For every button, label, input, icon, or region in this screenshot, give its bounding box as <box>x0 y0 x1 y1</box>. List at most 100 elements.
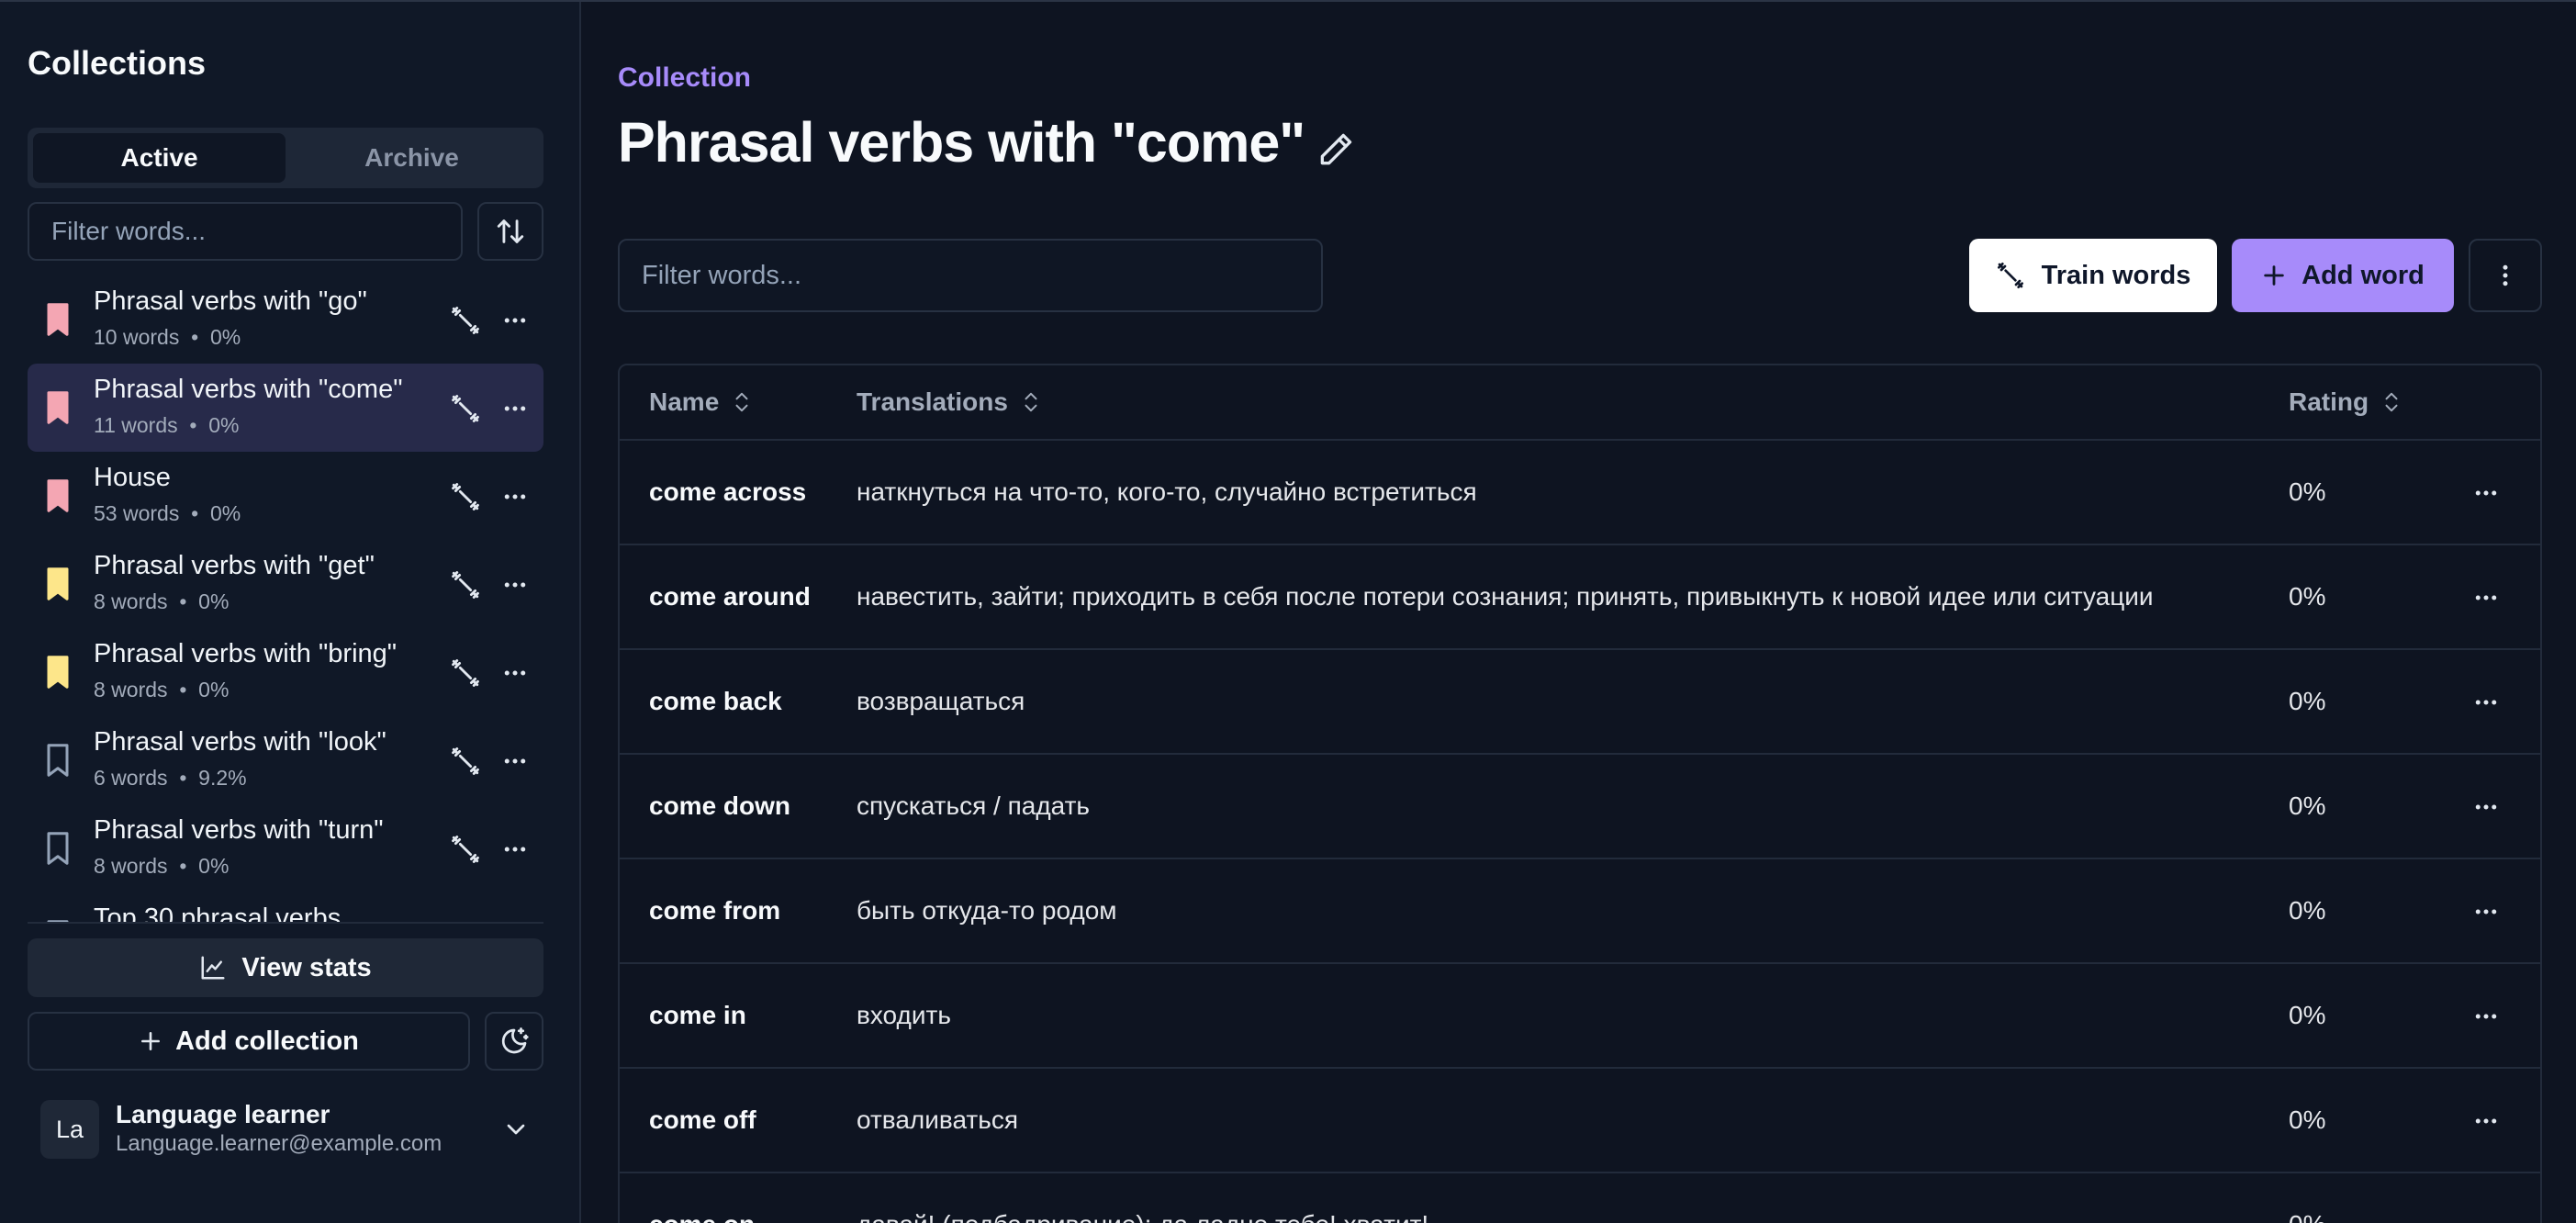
collection-item[interactable]: Phrasal verbs with "get" 8 words • 0% <box>28 540 543 628</box>
collection-name: Phrasal verbs with "come" <box>94 375 403 404</box>
more-horizontal-icon <box>504 758 526 764</box>
collection-word-count: 11 words <box>94 413 178 437</box>
collection-word-count: 53 words <box>94 501 180 525</box>
collection-more-button[interactable] <box>499 657 531 689</box>
word-name: come off <box>649 1105 756 1134</box>
word-name: come on <box>649 1210 755 1223</box>
meta-separator-dot: • <box>177 413 209 437</box>
collection-progress: 9.2% <box>198 766 247 790</box>
column-label: Name <box>649 387 720 416</box>
meta-separator-dot: • <box>179 325 210 349</box>
add-word-button[interactable]: Add word <box>2232 239 2454 312</box>
add-word-label: Add word <box>2302 260 2425 290</box>
table-row[interactable]: come from быть откуда-то родом 0% <box>620 859 2540 964</box>
collection-item[interactable]: Phrasal verbs with "bring" 8 words • 0% <box>28 628 543 716</box>
row-more-button[interactable] <box>2470 582 2502 613</box>
meta-separator-dot: • <box>167 766 199 790</box>
table-row[interactable]: come down спускаться / падать 0% <box>620 755 2540 859</box>
bookmark-icon <box>47 303 69 336</box>
pencil-icon[interactable] <box>1316 129 1356 170</box>
train-words-button[interactable]: Train words <box>1969 239 2217 312</box>
collection-name: Phrasal verbs with "look" <box>94 727 386 757</box>
dumbbell-icon[interactable] <box>450 746 481 777</box>
collection-item[interactable]: Phrasal verbs with "look" 6 words • 9.2% <box>28 716 543 804</box>
collection-item[interactable]: Phrasal verbs with "go" 10 words • 0% <box>28 275 543 364</box>
theme-toggle-button[interactable] <box>485 1012 543 1071</box>
collection-name: House <box>94 463 171 492</box>
row-more-button[interactable] <box>2470 477 2502 509</box>
collection-item[interactable]: Phrasal verbs with "come" 11 words • 0% <box>28 364 543 452</box>
collection-filter-input[interactable] <box>28 202 463 261</box>
word-translation: наткнуться на что-то, кого-то, случайно … <box>857 477 1477 506</box>
table-row[interactable]: come back возвращаться 0% <box>620 650 2540 755</box>
view-stats-button[interactable]: View stats <box>28 938 543 997</box>
collection-more-button[interactable] <box>499 746 531 777</box>
dumbbell-icon[interactable] <box>450 481 481 512</box>
more-horizontal-icon <box>504 406 526 411</box>
row-more-button[interactable] <box>2470 1001 2502 1032</box>
column-header-rating[interactable]: Rating <box>2289 387 2402 417</box>
word-translation: давай! (подбадривание); да ладно тебе! х… <box>857 1210 1428 1223</box>
dumbbell-icon[interactable] <box>450 657 481 689</box>
column-label: Rating <box>2289 387 2369 416</box>
collection-more-button[interactable] <box>499 393 531 424</box>
collection-word-count: 10 words <box>94 325 180 349</box>
bookmark-icon <box>47 656 69 689</box>
collection-options-button[interactable] <box>2469 239 2542 312</box>
more-horizontal-icon <box>2475 1118 2497 1124</box>
row-more-button[interactable] <box>2470 687 2502 718</box>
table-row[interactable]: come across наткнуться на что-то, кого-то… <box>620 441 2540 545</box>
word-name: come around <box>649 582 811 611</box>
more-horizontal-icon <box>504 494 526 499</box>
sort-button[interactable] <box>477 202 543 261</box>
row-more-button[interactable] <box>2470 896 2502 927</box>
add-collection-label: Add collection <box>175 1026 359 1056</box>
row-more-button[interactable] <box>2470 791 2502 823</box>
word-filter-input[interactable] <box>618 239 1323 312</box>
more-horizontal-icon <box>504 847 526 852</box>
table-row[interactable]: come in входить 0% <box>620 964 2540 1069</box>
train-words-label: Train words <box>2041 260 2191 290</box>
collection-more-button[interactable] <box>499 569 531 600</box>
table-row[interactable]: come on давай! (подбадривание); да ладно … <box>620 1173 2540 1223</box>
chevron-down-icon <box>507 1124 525 1135</box>
row-more-button[interactable] <box>2470 1210 2502 1223</box>
collection-name: Phrasal verbs with "get" <box>94 551 375 580</box>
dumbbell-icon[interactable] <box>450 834 481 865</box>
collection-item[interactable]: Top 30 phrasal verbs <box>28 892 543 922</box>
word-rating: 0% <box>2289 582 2326 611</box>
dumbbell-icon[interactable] <box>450 393 481 424</box>
collection-progress: 0% <box>198 854 230 878</box>
collection-item[interactable]: House 53 words • 0% <box>28 452 543 540</box>
word-rating: 0% <box>2289 791 2326 820</box>
table-row[interactable]: come around навестить, зайти; приходить в… <box>620 545 2540 650</box>
dumbbell-icon[interactable] <box>450 305 481 336</box>
table-row[interactable]: come off отваливаться 0% <box>620 1069 2540 1173</box>
user-name: Language learner <box>116 1100 330 1128</box>
column-header-translations[interactable]: Translations <box>857 387 1041 417</box>
word-rating: 0% <box>2289 1001 2326 1029</box>
column-label: Translations <box>857 387 1008 416</box>
dumbbell-icon[interactable] <box>450 569 481 600</box>
word-name: come across <box>649 477 807 506</box>
more-horizontal-icon <box>2475 490 2497 496</box>
collection-item[interactable]: Phrasal verbs with "turn" 8 words • 0% <box>28 804 543 892</box>
word-rating: 0% <box>2289 477 2326 506</box>
collection-more-button[interactable] <box>499 305 531 336</box>
word-translation: входить <box>857 1001 951 1029</box>
more-vertical-icon <box>2503 264 2508 286</box>
row-more-button[interactable] <box>2470 1105 2502 1137</box>
more-horizontal-icon <box>504 318 526 323</box>
word-translation: возвращаться <box>857 687 1025 715</box>
word-translation: навестить, зайти; приходить в себя после… <box>857 582 2154 611</box>
meta-separator-dot: • <box>167 854 199 878</box>
user-menu[interactable]: La Language learner Language.learner@exa… <box>28 1085 543 1170</box>
column-header-name[interactable]: Name <box>649 387 752 417</box>
collection-more-button[interactable] <box>499 481 531 512</box>
add-collection-button[interactable]: Add collection <box>28 1012 470 1071</box>
tab-active[interactable]: Active <box>33 133 286 183</box>
tab-archive[interactable]: Archive <box>286 133 538 183</box>
plus-icon <box>141 1032 161 1050</box>
collection-more-button[interactable] <box>499 834 531 865</box>
more-horizontal-icon <box>2475 595 2497 600</box>
